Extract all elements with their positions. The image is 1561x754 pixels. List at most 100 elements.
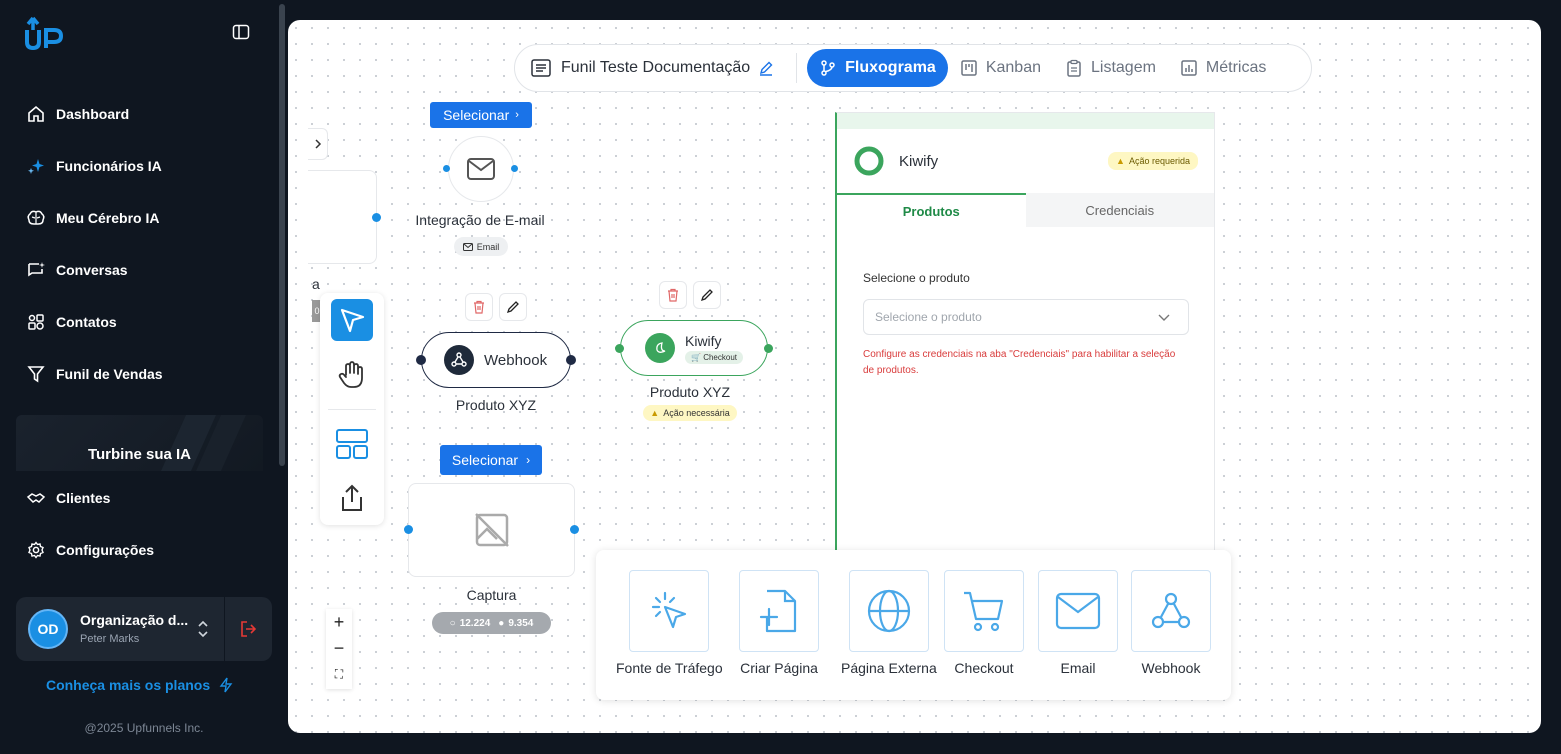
- panel-header: Kiwify ▲ Ação requerida: [837, 129, 1214, 193]
- sidebar-item-conversas[interactable]: Conversas: [0, 244, 280, 296]
- zoom-out-button[interactable]: −: [326, 635, 352, 661]
- copyright: @2025 Upfunnels Inc.: [84, 721, 204, 735]
- tab-fluxograma[interactable]: Fluxograma: [807, 49, 948, 87]
- cart-icon: 🛒: [691, 352, 704, 362]
- palette-item-external-page[interactable]: Página Externa: [841, 570, 937, 676]
- palette-tile: [1038, 570, 1118, 652]
- connection-handle[interactable]: [404, 525, 413, 534]
- webhook-icon: [451, 352, 467, 367]
- delete-node-button[interactable]: [659, 281, 687, 309]
- flow-canvas[interactable]: Funil Teste Documentação Fluxograma Kanb…: [288, 20, 1541, 733]
- view-switcher: Funil Teste Documentação Fluxograma Kanb…: [514, 44, 1312, 92]
- kiwify-node[interactable]: Kiwify 🛒 Checkout: [620, 320, 768, 376]
- palette-item-webhook[interactable]: Webhook: [1131, 570, 1211, 676]
- funnel-name[interactable]: Funil Teste Documentação: [519, 48, 786, 88]
- home-icon: [28, 105, 44, 122]
- sidebar-item-meu-cerebro-ia[interactable]: Meu Cérebro IA: [0, 192, 280, 244]
- chip-label: Email: [476, 241, 500, 252]
- zoom-controls: + − ⛶: [326, 609, 352, 689]
- sidebar-item-contatos[interactable]: Contatos: [0, 296, 280, 348]
- palette-tile: [739, 570, 819, 652]
- select-tool-button[interactable]: [331, 299, 373, 341]
- palette-tile: [629, 570, 710, 652]
- partial-node[interactable]: [308, 170, 377, 264]
- sidebar-item-configuracoes[interactable]: Configurações: [0, 524, 280, 576]
- chevron-updown-icon[interactable]: [196, 619, 210, 639]
- share-tool-button[interactable]: [331, 477, 373, 519]
- connection-handle[interactable]: [570, 525, 579, 534]
- kiwify-logo-icon: [854, 146, 884, 176]
- palette-item-create-page[interactable]: Criar Página: [739, 570, 819, 676]
- sidebar-item-label: Contatos: [56, 314, 117, 330]
- share-icon: [342, 484, 362, 511]
- email-node[interactable]: [448, 136, 514, 202]
- promo-banner[interactable]: Turbine sua IA: [16, 415, 263, 471]
- tab-produtos[interactable]: Produtos: [837, 193, 1026, 227]
- edit-node-button[interactable]: [499, 293, 527, 321]
- tab-credenciais[interactable]: Credenciais: [1025, 193, 1214, 227]
- palette-item-traffic-source[interactable]: Fonte de Tráfego: [616, 570, 723, 676]
- sidebar-scrollbar[interactable]: [279, 4, 285, 466]
- promo-title: Turbine sua IA: [87, 446, 192, 463]
- edit-node-button[interactable]: [693, 281, 721, 309]
- palette-item-checkout[interactable]: Checkout: [944, 570, 1024, 676]
- node-chip: Email: [454, 237, 508, 256]
- select-button[interactable]: Selecionar ›: [430, 102, 532, 128]
- delete-node-button[interactable]: [465, 293, 493, 321]
- cursor-click-icon: [652, 591, 687, 629]
- logo-icon: [25, 16, 64, 50]
- select-button-label: Selecionar: [443, 107, 510, 123]
- mail-icon: [1055, 592, 1101, 630]
- select-placeholder: Selecione o produto: [875, 310, 982, 324]
- logout-icon[interactable]: [238, 619, 258, 639]
- edit-icon[interactable]: [758, 60, 774, 76]
- panel-header-strip: [837, 113, 1214, 129]
- palette-tile: [1131, 570, 1211, 652]
- connection-handle[interactable]: [764, 344, 773, 353]
- connection-handle[interactable]: [416, 355, 426, 365]
- zoom-in-button[interactable]: +: [326, 609, 352, 635]
- panel-tabs: Produtos Credenciais: [837, 193, 1214, 227]
- select-button[interactable]: Selecionar ›: [440, 445, 542, 475]
- funnel-icon: [27, 366, 45, 383]
- sidebar-item-funil-de-vendas[interactable]: Funil de Vendas: [0, 348, 280, 400]
- fit-view-button[interactable]: ⛶: [326, 661, 352, 687]
- sidebar-nav-secondary: Clientes Configurações: [0, 472, 280, 576]
- partial-node-label: a: [312, 276, 320, 292]
- webhook-node[interactable]: Webhook: [421, 332, 571, 388]
- logo[interactable]: [24, 16, 70, 50]
- connection-handle[interactable]: [615, 344, 624, 353]
- warning-icon: ▲: [1116, 156, 1125, 166]
- brain-icon: [27, 210, 45, 225]
- sidebar-toggle-icon[interactable]: [232, 24, 250, 40]
- connection-handle[interactable]: [566, 355, 576, 365]
- connection-handle[interactable]: [511, 165, 518, 172]
- circle-outline-icon: ○: [449, 617, 456, 629]
- canvas-toolbox: [320, 293, 384, 525]
- sidebar-item-label: Configurações: [56, 542, 155, 558]
- sidebar-item-dashboard[interactable]: Dashboard: [0, 88, 280, 140]
- capture-node[interactable]: [408, 483, 575, 577]
- product-select[interactable]: Selecione o produto: [863, 299, 1189, 335]
- kiwify-node-icon: [645, 333, 675, 363]
- tab-listagem[interactable]: Listagem: [1053, 49, 1168, 87]
- sidebar-item-clientes[interactable]: Clientes: [0, 472, 280, 524]
- partial-node-button[interactable]: [308, 128, 328, 160]
- connection-handle[interactable]: [443, 165, 450, 172]
- palette-item-email[interactable]: Email: [1038, 570, 1118, 676]
- connection-handle[interactable]: [372, 213, 381, 222]
- node-palette: Fonte de Tráfego Criar Página Página Ext…: [596, 550, 1231, 700]
- tab-metricas[interactable]: Métricas: [1168, 49, 1278, 87]
- palette-tile: [944, 570, 1024, 652]
- stat-leads: 9.354: [508, 617, 534, 629]
- cart-icon: [964, 591, 1004, 632]
- layout-tool-button[interactable]: [331, 423, 373, 465]
- chevron-right-icon: ›: [526, 453, 531, 467]
- tab-label: Métricas: [1205, 59, 1267, 76]
- tab-kanban[interactable]: Kanban: [948, 49, 1053, 87]
- plans-link[interactable]: Conheça mais os planos: [0, 677, 280, 693]
- pencil-icon: [506, 301, 519, 314]
- pan-tool-button[interactable]: [331, 353, 373, 395]
- organization-switcher[interactable]: OD Organização d... Peter Marks: [16, 597, 272, 661]
- sidebar-item-funcionarios-ia[interactable]: Funcionários IA: [0, 140, 280, 192]
